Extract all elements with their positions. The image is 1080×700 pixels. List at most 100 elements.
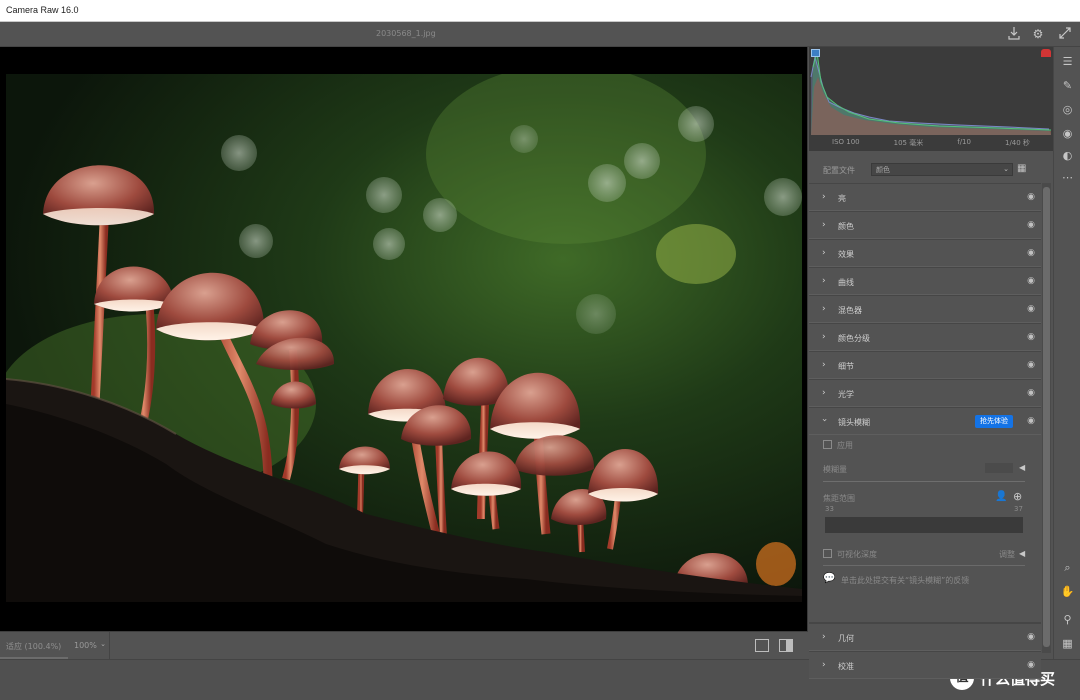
- chevron-right-icon: ›: [822, 632, 826, 642]
- person-icon[interactable]: 👤: [995, 491, 1007, 502]
- zoom-fit-button[interactable]: 适应 (100.4%): [0, 632, 68, 659]
- eye-icon[interactable]: ◉: [1027, 192, 1035, 202]
- eye-icon[interactable]: ◉: [1027, 388, 1035, 398]
- hand-icon[interactable]: ✋: [1059, 583, 1076, 600]
- exif-info: ISO 100 105 毫米 f/10 1/40 秒: [809, 135, 1053, 151]
- masking-icon[interactable]: ◎: [1059, 101, 1076, 118]
- expand-icon[interactable]: [1057, 26, 1073, 42]
- canvas-bottom-bar: 适应 (100.4%) 100% ⌄: [0, 631, 808, 659]
- presets-icon[interactable]: ◐: [1059, 147, 1076, 164]
- divider: [823, 565, 1025, 566]
- eye-icon[interactable]: ◉: [1027, 248, 1035, 258]
- panel-scrollbar[interactable]: [1042, 183, 1051, 653]
- section-name: 光学: [838, 390, 854, 399]
- chevron-down-icon: ›: [818, 418, 829, 422]
- focal-range-label: 焦距范围: [823, 494, 855, 503]
- highlight-clipping-toggle[interactable]: [1041, 49, 1051, 57]
- zoom-select[interactable]: 100% ⌄: [70, 632, 110, 659]
- eye-icon[interactable]: ◉: [1027, 276, 1035, 286]
- eye-icon[interactable]: ◉: [1027, 660, 1035, 670]
- eye-icon[interactable]: ◉: [1027, 360, 1035, 370]
- more-icon[interactable]: ⋯: [1059, 169, 1076, 186]
- section-light[interactable]: › 亮 ◉: [809, 183, 1041, 211]
- zoom-value: 100%: [74, 641, 97, 650]
- file-name: 2030568_1.jpg: [376, 29, 436, 38]
- edit-panel: ISO 100 105 毫米 f/10 1/40 秒 配置文件 颜色 ⌄ ▦ ›…: [809, 47, 1053, 679]
- profile-value: 颜色: [876, 166, 890, 174]
- eye-icon[interactable]: ◉: [1027, 304, 1035, 314]
- eye-icon[interactable]: ◉: [1027, 332, 1035, 342]
- chevron-right-icon: ›: [822, 248, 826, 258]
- section-calibration[interactable]: › 校准 ◉: [809, 651, 1041, 679]
- section-lens-blur[interactable]: › 镜头模糊 抢先体验 ◉: [809, 407, 1041, 435]
- zoom-icon[interactable]: ⌕: [1059, 559, 1076, 576]
- focal-length: 105 毫米: [893, 139, 924, 147]
- sliders-icon[interactable]: ☰: [1059, 53, 1076, 70]
- single-view-icon[interactable]: [755, 639, 769, 652]
- before-after-icon[interactable]: [779, 639, 793, 652]
- red-eye-icon[interactable]: ◉: [1059, 125, 1076, 142]
- gear-icon[interactable]: ⚙: [1030, 26, 1046, 42]
- aperture: f/10: [957, 138, 971, 146]
- blur-amount-slider[interactable]: [823, 481, 1025, 482]
- eyedropper-icon[interactable]: ⚲: [1059, 611, 1076, 628]
- profile-select[interactable]: 颜色 ⌄: [871, 163, 1013, 176]
- chevron-right-icon: ›: [822, 388, 826, 398]
- eye-icon[interactable]: ◉: [1027, 220, 1035, 230]
- chevron-right-icon: ›: [822, 220, 826, 230]
- feedback-link[interactable]: 单击此处提交有关“镜头模糊”的反馈: [841, 575, 969, 586]
- focal-range-bar[interactable]: [825, 517, 1023, 533]
- refine-label: 调整: [999, 550, 1015, 559]
- iso-value: ISO 100: [832, 138, 860, 146]
- focal-range-high: 37: [1014, 505, 1023, 513]
- tool-strip: ☰ ✎ ◎ ◉ ◐ ⋯ ⌕ ✋ ⚲ ▦: [1053, 47, 1080, 659]
- section-mixer[interactable]: › 混色器 ◉: [809, 295, 1041, 323]
- section-color[interactable]: › 颜色 ◉: [809, 211, 1041, 239]
- apply-checkbox[interactable]: [823, 440, 832, 449]
- section-name: 校准: [838, 662, 854, 671]
- section-name: 亮: [838, 194, 846, 203]
- triangle-left-icon[interactable]: ◀: [1019, 463, 1025, 472]
- apply-label: 应用: [837, 441, 853, 450]
- shadow-clipping-toggle[interactable]: [811, 49, 820, 57]
- section-name: 镜头模糊: [838, 418, 870, 427]
- early-access-badge[interactable]: 抢先体验: [975, 415, 1013, 428]
- chevron-right-icon: ›: [822, 192, 826, 202]
- eye-icon[interactable]: ◉: [1027, 416, 1035, 426]
- section-name: 混色器: [838, 306, 862, 315]
- save-icon[interactable]: [1006, 26, 1022, 42]
- blur-amount-field[interactable]: [985, 463, 1013, 473]
- chevron-down-icon: ⌄: [100, 640, 106, 648]
- chevron-down-icon: ⌄: [1003, 165, 1009, 173]
- window-title: Camera Raw 16.0: [6, 5, 79, 15]
- healing-brush-icon[interactable]: ✎: [1059, 77, 1076, 94]
- zoom-fit-label: 适应 (100.4%): [6, 642, 62, 651]
- blur-amount-label: 模糊量: [823, 465, 847, 474]
- visualize-depth-label: 可视化深度: [837, 550, 877, 559]
- section-effects[interactable]: › 效果 ◉: [809, 239, 1041, 267]
- section-optics[interactable]: › 光学 ◉: [809, 379, 1041, 407]
- profile-row: 配置文件 颜色 ⌄ ▦: [809, 157, 1041, 183]
- profile-label: 配置文件: [823, 166, 855, 175]
- section-geometry[interactable]: › 几何 ◉: [809, 623, 1041, 651]
- grid-icon[interactable]: ▦: [1059, 635, 1076, 652]
- section-curve[interactable]: › 曲线 ◉: [809, 267, 1041, 295]
- section-name: 颜色: [838, 222, 854, 231]
- section-detail[interactable]: › 细节 ◉: [809, 351, 1041, 379]
- section-name: 颜色分级: [838, 334, 870, 343]
- eye-icon[interactable]: ◉: [1027, 632, 1035, 642]
- chevron-right-icon: ›: [822, 360, 826, 370]
- profile-browser-icon[interactable]: ▦: [1017, 163, 1029, 175]
- lens-blur-controls: 应用 模糊量 ◀ 焦距范围 👤 ⊕ 33 37 可视化深度 调整 ◀ 💬 单击此…: [809, 435, 1041, 623]
- triangle-left-icon[interactable]: ◀: [1019, 549, 1025, 558]
- chevron-right-icon: ›: [822, 332, 826, 342]
- window-titlebar: Camera Raw 16.0: [0, 0, 1080, 22]
- chevron-right-icon: ›: [822, 660, 826, 670]
- scrollbar-thumb[interactable]: [1043, 187, 1050, 647]
- visualize-depth-checkbox[interactable]: [823, 549, 832, 558]
- section-name: 曲线: [838, 278, 854, 287]
- chevron-right-icon: ›: [822, 304, 826, 314]
- target-icon[interactable]: ⊕: [1013, 490, 1022, 503]
- section-color-grading[interactable]: › 颜色分级 ◉: [809, 323, 1041, 351]
- image-canvas[interactable]: [0, 47, 808, 631]
